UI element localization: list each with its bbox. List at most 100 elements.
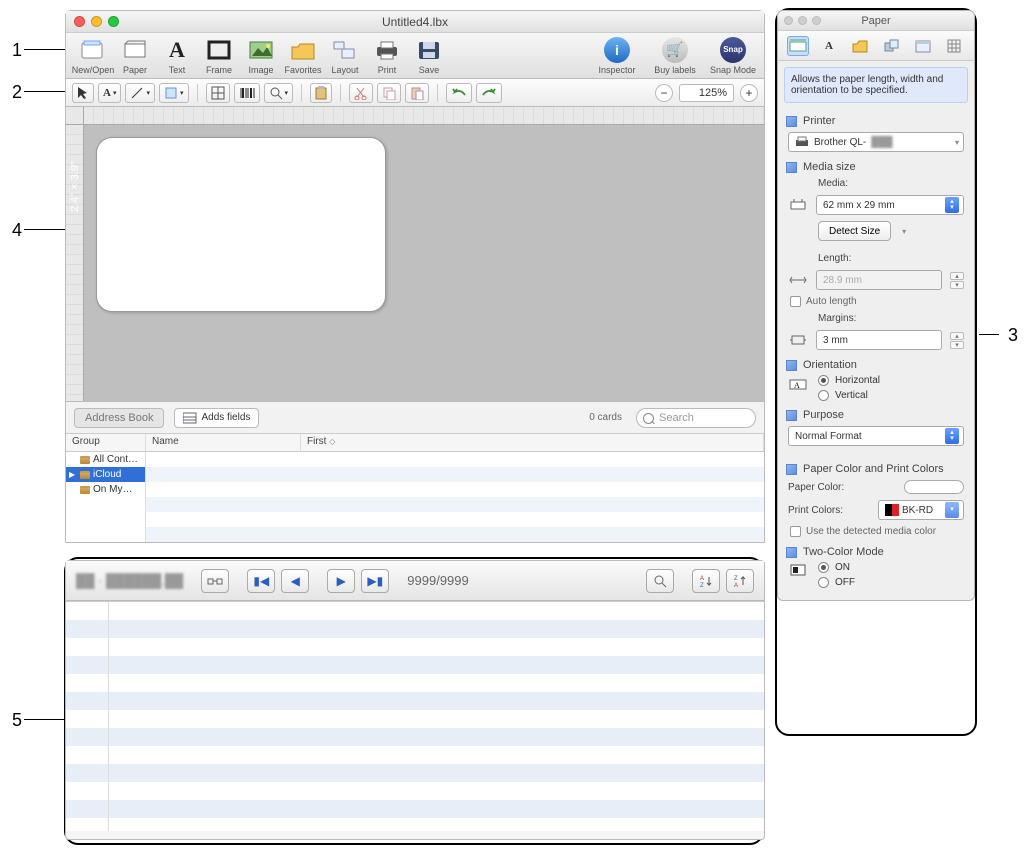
clipboard-tool[interactable]: [310, 83, 332, 103]
two-color-icon: [788, 564, 808, 590]
datasheet-title: ██ · ██████.██: [76, 573, 183, 588]
callout-5-rule: [24, 719, 66, 720]
pointer-tool[interactable]: [72, 83, 94, 103]
last-record-button[interactable]: ▶▮: [361, 569, 389, 593]
canvas-area[interactable]: 2.4" × 3.9": [66, 107, 764, 402]
window-title: Untitled4.lbx: [66, 15, 764, 29]
group-on-my[interactable]: On My…: [66, 482, 145, 497]
callout-5: 5: [4, 710, 22, 731]
purpose-combo[interactable]: Normal Format▴▾: [788, 426, 964, 446]
sort-asc-button[interactable]: AZ: [692, 569, 720, 593]
zoom-tool[interactable]: ▾: [264, 83, 294, 103]
next-record-button[interactable]: ▶: [327, 569, 355, 593]
save-label: Save: [419, 65, 440, 75]
text-tool[interactable]: A▾: [98, 83, 121, 103]
callout-1-rule: [24, 49, 66, 50]
col-first[interactable]: First ◇: [301, 434, 764, 451]
sort-desc-button[interactable]: ZA: [726, 569, 754, 593]
traffic-lights: [74, 16, 119, 27]
adds-fields-button[interactable]: Adds fields: [174, 408, 259, 428]
folder-icon: [80, 486, 90, 494]
length-spinner[interactable]: ▴▾: [950, 272, 964, 289]
group-all-contacts[interactable]: All Cont…: [66, 452, 145, 467]
media-size-section: Media size: [778, 155, 974, 175]
paper-button[interactable]: Paper: [114, 37, 156, 75]
frame-icon: [206, 37, 232, 63]
frame-button[interactable]: Frame: [198, 37, 240, 75]
buy-labels-button[interactable]: 🛒 Buy labels: [650, 37, 700, 75]
new-open-button[interactable]: New/Open: [72, 37, 114, 75]
media-combo[interactable]: 62 mm x 29 mm▴▾: [816, 195, 964, 215]
datasheet-header: ██ · ██████.██ ▮◀ ◀ ▶ ▶▮ 9999/9999 AZ ZA: [66, 561, 764, 601]
margins-spinner[interactable]: ▴▾: [950, 332, 964, 349]
record-counter: 9999/9999: [407, 573, 468, 588]
image-button[interactable]: Image: [240, 37, 282, 75]
print-colors-combo[interactable]: BK-RD ▾: [878, 500, 964, 520]
first-record-button[interactable]: ▮◀: [247, 569, 275, 593]
edit-toolbar: A▾ ▾ ▾ ▾ − 125% +: [66, 79, 764, 107]
search-input[interactable]: Search: [636, 408, 756, 428]
group-icloud[interactable]: ▶iCloud: [66, 467, 145, 482]
paper-color-label: Paper Color:: [788, 482, 844, 493]
two-color-on-radio[interactable]: [818, 562, 829, 573]
detect-size-button[interactable]: Detect Size: [818, 221, 891, 241]
close-window-button[interactable]: [74, 16, 85, 27]
label-canvas[interactable]: [96, 137, 386, 312]
prev-record-button[interactable]: ◀: [281, 569, 309, 593]
zoom-in-button[interactable]: +: [740, 84, 758, 102]
orientation-vertical-radio[interactable]: [818, 390, 829, 401]
inspector-label: Inspector: [598, 65, 635, 75]
layout-icon: [332, 37, 358, 63]
address-book-tab[interactable]: Address Book: [74, 408, 164, 428]
length-input[interactable]: 28.9 mm: [816, 270, 942, 290]
link-fields-button[interactable]: [201, 569, 229, 593]
tab-arrange[interactable]: [881, 36, 903, 56]
contacts-list[interactable]: [146, 452, 764, 542]
redo-button[interactable]: [476, 83, 502, 103]
text-label: Text: [169, 65, 186, 75]
cut-button[interactable]: [349, 83, 373, 103]
text-icon: A: [164, 37, 190, 63]
col-name[interactable]: Name: [146, 434, 301, 451]
margins-icon: [788, 334, 808, 346]
table-tool[interactable]: [206, 83, 230, 103]
margins-input[interactable]: 3 mm: [816, 330, 942, 350]
layout-button[interactable]: Layout: [324, 37, 366, 75]
undo-button[interactable]: [446, 83, 472, 103]
zoom-window-button[interactable]: [108, 16, 119, 27]
margins-label: Margins:: [818, 313, 856, 324]
auto-length-checkbox[interactable]: [790, 296, 801, 307]
printer-section: Printer: [778, 109, 974, 129]
printer-combo[interactable]: Brother QL-███ ▾: [788, 132, 964, 152]
colors-section: Paper Color and Print Colors: [778, 457, 974, 477]
tab-layout[interactable]: [849, 36, 871, 56]
info-icon: i: [604, 37, 630, 63]
line-tool[interactable]: ▾: [125, 83, 155, 103]
col-group[interactable]: Group: [66, 434, 146, 451]
save-button[interactable]: Save: [408, 37, 450, 75]
snap-mode-button[interactable]: Snap Snap Mode: [708, 37, 758, 75]
detected-media-color-checkbox[interactable]: [790, 526, 801, 537]
orientation-horizontal-radio[interactable]: [818, 375, 829, 386]
barcode-tool[interactable]: [234, 83, 260, 103]
favorites-button[interactable]: Favorites: [282, 37, 324, 75]
shape-tool[interactable]: ▾: [159, 83, 189, 103]
text-button[interactable]: A Text: [156, 37, 198, 75]
paper-color-swatch[interactable]: [904, 480, 964, 494]
callout-2-rule: [24, 91, 66, 92]
find-button[interactable]: [646, 569, 674, 593]
tab-grid[interactable]: [943, 36, 965, 56]
print-button[interactable]: Print: [366, 37, 408, 75]
paste-button[interactable]: [405, 83, 429, 103]
tab-paper[interactable]: [787, 36, 809, 56]
inspector-button[interactable]: i Inspector: [592, 37, 642, 75]
copy-button[interactable]: [377, 83, 401, 103]
two-color-off-radio[interactable]: [818, 577, 829, 588]
zoom-out-button[interactable]: −: [655, 84, 673, 102]
tab-text[interactable]: A: [818, 36, 840, 56]
minimize-window-button[interactable]: [91, 16, 102, 27]
zoom-level[interactable]: 125%: [679, 84, 734, 102]
datasheet-grid[interactable]: [66, 601, 764, 831]
orientation-section: Orientation: [778, 353, 974, 373]
tab-database[interactable]: [912, 36, 934, 56]
